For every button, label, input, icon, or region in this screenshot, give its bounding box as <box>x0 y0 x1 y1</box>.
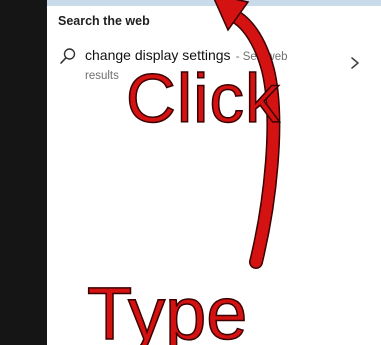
section-heading: Search the web <box>58 14 150 28</box>
taskbar-strip <box>0 0 47 345</box>
click-annotation: Click <box>125 60 281 137</box>
screenshot-page: Search the web change display settings -… <box>0 0 381 345</box>
type-annotation: Type <box>86 272 248 345</box>
chevron-right-icon[interactable] <box>348 54 362 72</box>
search-icon <box>58 46 78 66</box>
result-subtitle: results <box>85 70 119 82</box>
